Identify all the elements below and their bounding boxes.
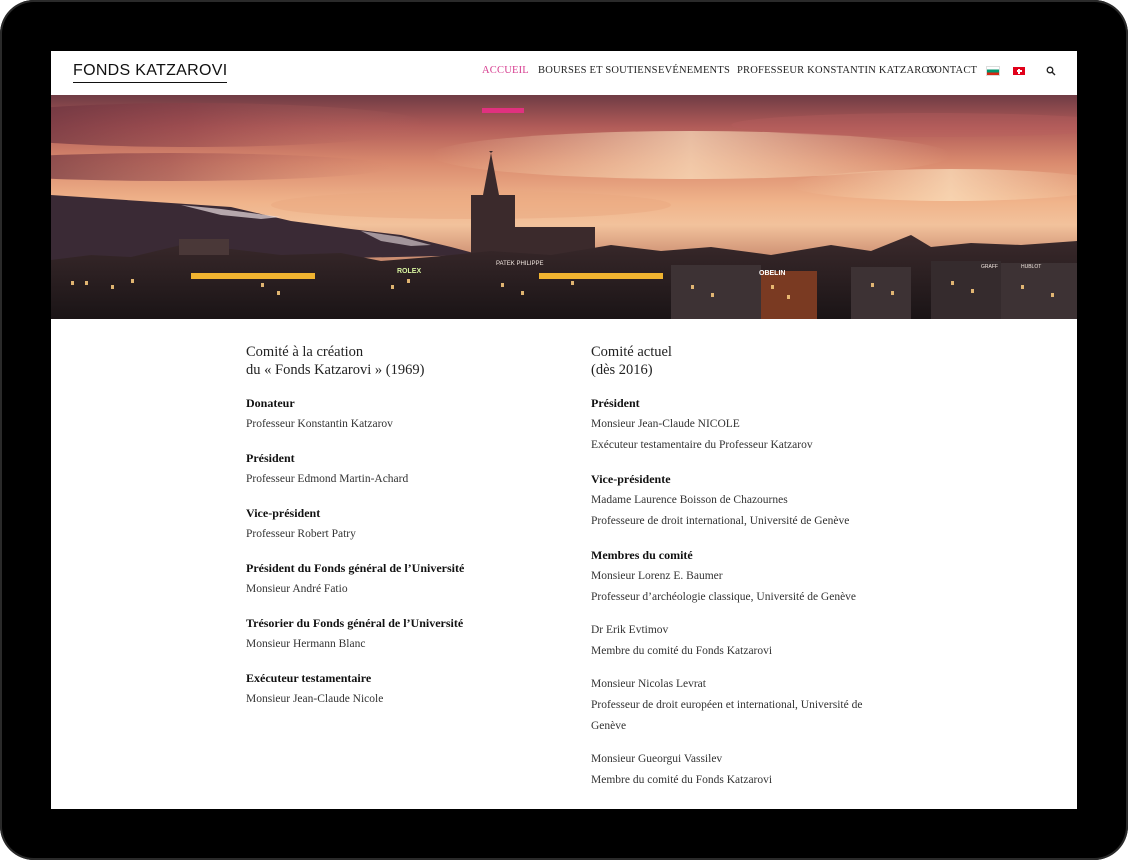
founding-committee-column: Comité à la création du « Fonds Katzarov… <box>246 343 576 723</box>
nav-item-accueil[interactable]: ACCUEIL <box>482 65 529 76</box>
role-title: Président du Fonds général de l’Universi… <box>246 561 465 575</box>
role-title: Donateur <box>246 396 295 410</box>
switzerland-flag-icon[interactable] <box>1013 67 1025 75</box>
role-title: Président <box>591 396 640 410</box>
role-title: Exécuteur testamentaire <box>246 671 372 685</box>
member-name: Monsieur Jean-Claude NICOLE <box>591 418 740 430</box>
member-name: Professeur Robert Patry <box>246 528 356 540</box>
nav-item-professeur[interactable]: PROFESSEUR KONSTANTIN KATZAROV <box>737 65 937 76</box>
committee-role-group: Trésorier du Fonds général de l’Universi… <box>246 613 576 655</box>
member-description: Exécuteur testamentaire du Professeur Ka… <box>591 439 813 451</box>
site-logo[interactable]: FONDS KATZAROVI <box>73 60 228 83</box>
current-committee-heading: Comité actuel (dès 2016) <box>591 344 672 378</box>
role-title: Président <box>246 451 295 465</box>
president-group: Président Monsieur Jean-Claude NICOLE Ex… <box>591 393 891 456</box>
hero-sign-graff: GRAFF <box>981 264 998 270</box>
list-item: Monsieur Gueorgui Vassilev Membre du com… <box>591 749 891 791</box>
geneva-skyline-image: ROLEX PATEK PHILIPPE OBELIN GRAFF HUBLOT <box>51 103 1077 319</box>
role-title: Vice-présidente <box>591 472 671 486</box>
current-committee-column: Comité actuel (dès 2016) Président Monsi… <box>591 343 891 804</box>
hero-sign-obelin: OBELIN <box>759 270 785 277</box>
member-name: Monsieur Nicolas Levrat <box>591 678 706 690</box>
nav-item-bourses[interactable]: BOURSES ET SOUTIENS <box>538 65 658 76</box>
committee-role-group: Président du Fonds général de l’Universi… <box>246 558 576 600</box>
members-group: Membres du comité Monsieur Lorenz E. Bau… <box>591 545 891 791</box>
browser-viewport: FONDS KATZAROVI ACCUEIL BOURSES ET SOUTI… <box>51 51 1077 809</box>
hero-sign-patek: PATEK PHILIPPE <box>496 261 543 267</box>
hero-banner: ROLEX PATEK PHILIPPE OBELIN GRAFF HUBLOT <box>51 95 1077 319</box>
member-name: Monsieur Lorenz E. Baumer <box>591 570 723 582</box>
active-nav-indicator <box>482 108 524 113</box>
member-name: Monsieur André Fatio <box>246 583 348 595</box>
founding-committee-heading: Comité à la création du « Fonds Katzarov… <box>246 344 425 378</box>
hero-sign-hublot: HUBLOT <box>1021 264 1041 270</box>
member-name: Madame Laurence Boisson de Chazournes <box>591 494 788 506</box>
hero-sign-rolex: ROLEX <box>397 268 421 275</box>
role-title: Vice-président <box>246 506 321 520</box>
site-header: FONDS KATZAROVI ACCUEIL BOURSES ET SOUTI… <box>51 51 1077 96</box>
committee-role-group: Vice-président Professeur Robert Patry <box>246 503 576 545</box>
member-name: Monsieur Jean-Claude Nicole <box>246 693 384 705</box>
member-description: Professeur de droit européen et internat… <box>591 699 863 732</box>
committee-role-group: Donateur Professeur Konstantin Katzarov <box>246 393 576 435</box>
search-icon[interactable] <box>1046 66 1056 76</box>
committee-role-group: Président Professeur Edmond Martin-Achar… <box>246 448 576 490</box>
tablet-frame: FONDS KATZAROVI ACCUEIL BOURSES ET SOUTI… <box>0 0 1128 860</box>
list-item: Monsieur Nicolas Levrat Professeur de dr… <box>591 674 891 737</box>
committee-role-group: Exécuteur testamentaire Monsieur Jean-Cl… <box>246 668 576 710</box>
member-name: Monsieur Gueorgui Vassilev <box>591 753 723 765</box>
bulgaria-flag-icon[interactable] <box>986 66 1000 76</box>
member-description: Membre du comité du Fonds Katzarovi <box>591 774 773 786</box>
member-description: Professeure de droit international, Univ… <box>591 515 850 527</box>
list-item: Dr Erik Evtimov Membre du comité du Fond… <box>591 620 891 662</box>
role-title: Trésorier du Fonds général de l’Universi… <box>246 616 464 630</box>
nav-item-contact[interactable]: CONTACT <box>927 65 977 76</box>
vice-president-group: Vice-présidente Madame Laurence Boisson … <box>591 469 891 532</box>
member-name: Dr Erik Evtimov <box>591 624 669 636</box>
member-name: Professeur Edmond Martin-Achard <box>246 473 409 485</box>
member-name: Monsieur Hermann Blanc <box>246 638 366 650</box>
member-description: Membre du comité du Fonds Katzarovi <box>591 645 773 657</box>
member-description: Professeur d’archéologie classique, Univ… <box>591 591 857 603</box>
list-item: Monsieur Lorenz E. Baumer Professeur d’a… <box>591 566 891 608</box>
member-name: Professeur Konstantin Katzarov <box>246 418 393 430</box>
nav-item-evenements[interactable]: EVÉNEMENTS <box>658 65 730 76</box>
role-title: Membres du comité <box>591 548 693 562</box>
